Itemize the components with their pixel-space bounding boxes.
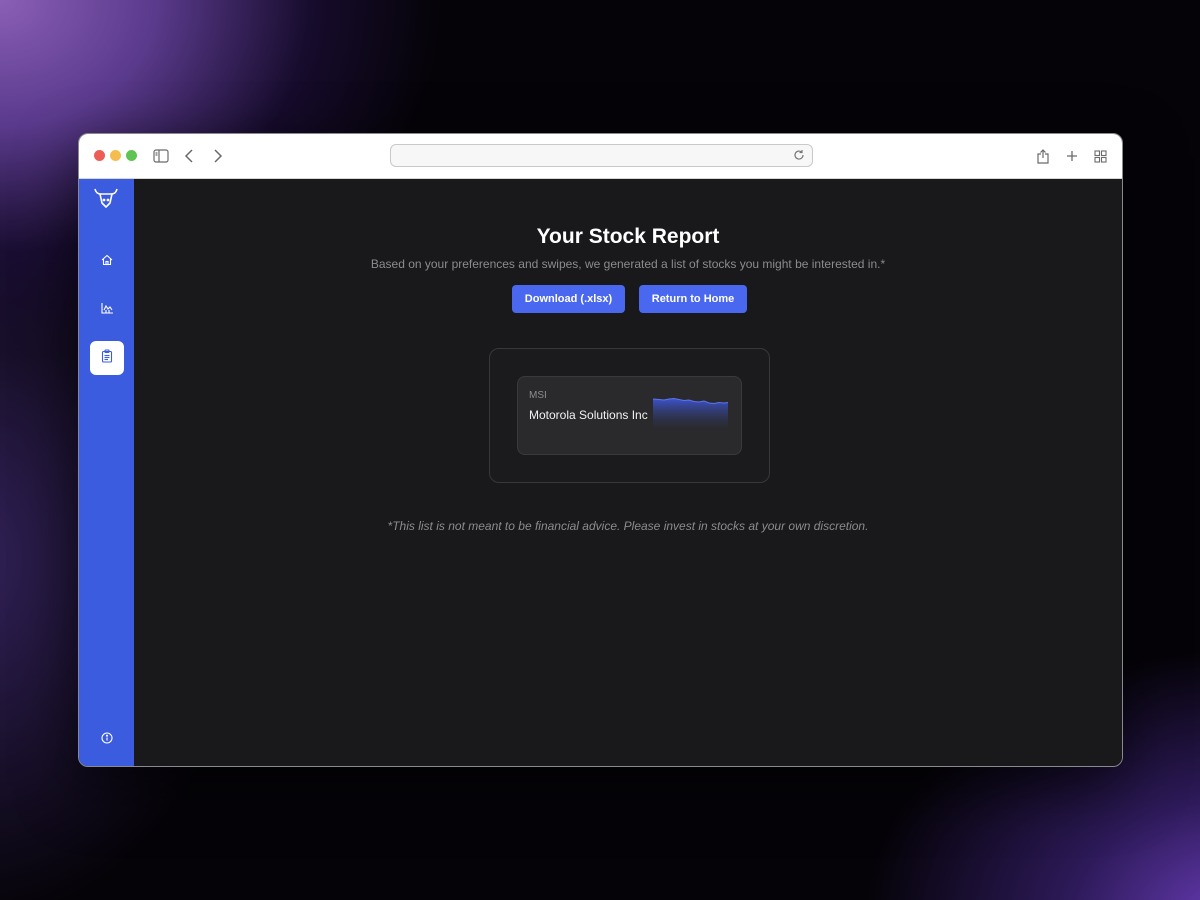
app-sidebar [79, 179, 134, 766]
tab-overview-icon[interactable] [1090, 146, 1110, 166]
home-icon [101, 253, 113, 271]
sidebar-toggle-icon[interactable] [151, 146, 171, 166]
reload-icon[interactable] [793, 148, 807, 162]
sidebar-item-report[interactable] [90, 341, 124, 375]
sidebar-item-info[interactable] [90, 723, 124, 757]
stock-company-name: Motorola Solutions Inc [529, 408, 648, 422]
info-icon [101, 731, 113, 749]
address-bar[interactable] [390, 144, 813, 167]
stock-sparkline [653, 397, 728, 431]
main-content: Your Stock Report Based on your preferen… [134, 179, 1122, 766]
browser-toolbar [79, 134, 1122, 179]
clipboard-icon [101, 348, 113, 368]
return-home-button[interactable]: Return to Home [639, 285, 747, 313]
page-subtitle: Based on your preferences and swipes, we… [370, 257, 886, 271]
sidebar-item-home[interactable] [90, 245, 124, 279]
maximize-window-button[interactable] [126, 150, 137, 161]
stock-card[interactable]: MSI Motorola Solutions Inc [517, 376, 742, 455]
forward-icon[interactable] [208, 146, 228, 166]
stock-list-panel: MSI Motorola Solutions Inc [489, 348, 770, 483]
sidebar-item-charts[interactable] [90, 293, 124, 327]
back-icon[interactable] [179, 146, 199, 166]
page-title: Your Stock Report [536, 225, 720, 248]
new-tab-icon[interactable] [1062, 146, 1082, 166]
chart-icon [100, 301, 114, 319]
download-button[interactable]: Download (.xlsx) [512, 285, 625, 313]
disclaimer-text: *This list is not meant to be financial … [387, 519, 869, 533]
share-icon[interactable] [1033, 146, 1053, 166]
minimize-window-button[interactable] [110, 150, 121, 161]
stock-ticker: MSI [529, 390, 547, 401]
bull-logo-icon[interactable] [93, 187, 119, 213]
browser-window: Your Stock Report Based on your preferen… [78, 133, 1123, 767]
close-window-button[interactable] [94, 150, 105, 161]
